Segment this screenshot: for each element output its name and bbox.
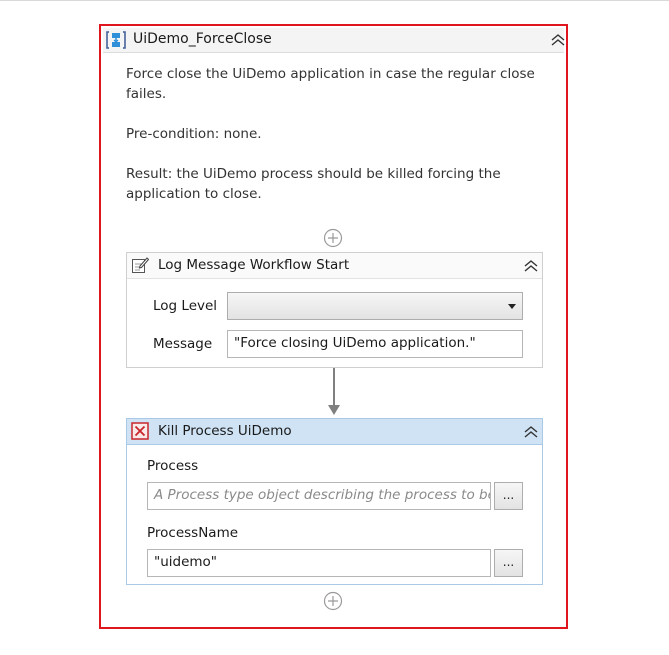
process-input[interactable]: A Process type object describing the pro… bbox=[147, 482, 491, 510]
arrow-down-icon bbox=[328, 405, 340, 415]
collapse-log-message-icon[interactable] bbox=[523, 258, 539, 274]
collapse-kill-process-icon[interactable] bbox=[523, 424, 539, 440]
kill-process-icon bbox=[131, 422, 149, 440]
sequence-annotation: Force close the UiDemo application in ca… bbox=[126, 64, 536, 204]
process-name-input[interactable]: "uidemo" bbox=[147, 549, 491, 577]
log-message-icon bbox=[132, 257, 149, 273]
collapse-sequence-icon[interactable] bbox=[550, 32, 566, 48]
process-browse-button[interactable]: ... bbox=[494, 482, 523, 510]
flow-connector bbox=[333, 368, 335, 407]
annotation-line: Pre-condition: none. bbox=[126, 126, 262, 142]
sequence-icon bbox=[106, 31, 126, 49]
log-level-dropdown[interactable] bbox=[227, 292, 523, 320]
message-label: Message bbox=[153, 336, 213, 352]
process-name-label: ProcessName bbox=[147, 525, 239, 541]
kill-process-header[interactable]: Kill Process UiDemo bbox=[127, 419, 542, 445]
sequence-title: UiDemo_ForceClose bbox=[133, 31, 272, 47]
annotation-line: Result: the UiDemo process should be kil… bbox=[126, 166, 501, 202]
process-name-browse-button[interactable]: ... bbox=[494, 549, 523, 577]
process-label: Process bbox=[147, 458, 199, 474]
add-activity-bottom-icon[interactable] bbox=[323, 591, 343, 611]
kill-process-title: Kill Process UiDemo bbox=[158, 423, 292, 439]
log-message-activity[interactable]: Log Message Workflow Start Log Level Mes… bbox=[126, 252, 543, 368]
sequence-header[interactable]: UiDemo_ForceClose bbox=[103, 28, 566, 53]
kill-process-activity[interactable]: Kill Process UiDemo Process A Process ty… bbox=[126, 418, 543, 585]
top-divider bbox=[0, 0, 669, 1]
log-message-title: Log Message Workflow Start bbox=[158, 257, 350, 273]
log-message-header[interactable]: Log Message Workflow Start bbox=[127, 253, 542, 279]
annotation-line: Force close the UiDemo application in ca… bbox=[126, 66, 535, 102]
message-input[interactable]: "Force closing UiDemo application." bbox=[227, 330, 523, 358]
chevron-down-icon bbox=[508, 304, 516, 309]
log-level-label: Log Level bbox=[153, 298, 218, 314]
add-activity-top-icon[interactable] bbox=[323, 228, 343, 248]
